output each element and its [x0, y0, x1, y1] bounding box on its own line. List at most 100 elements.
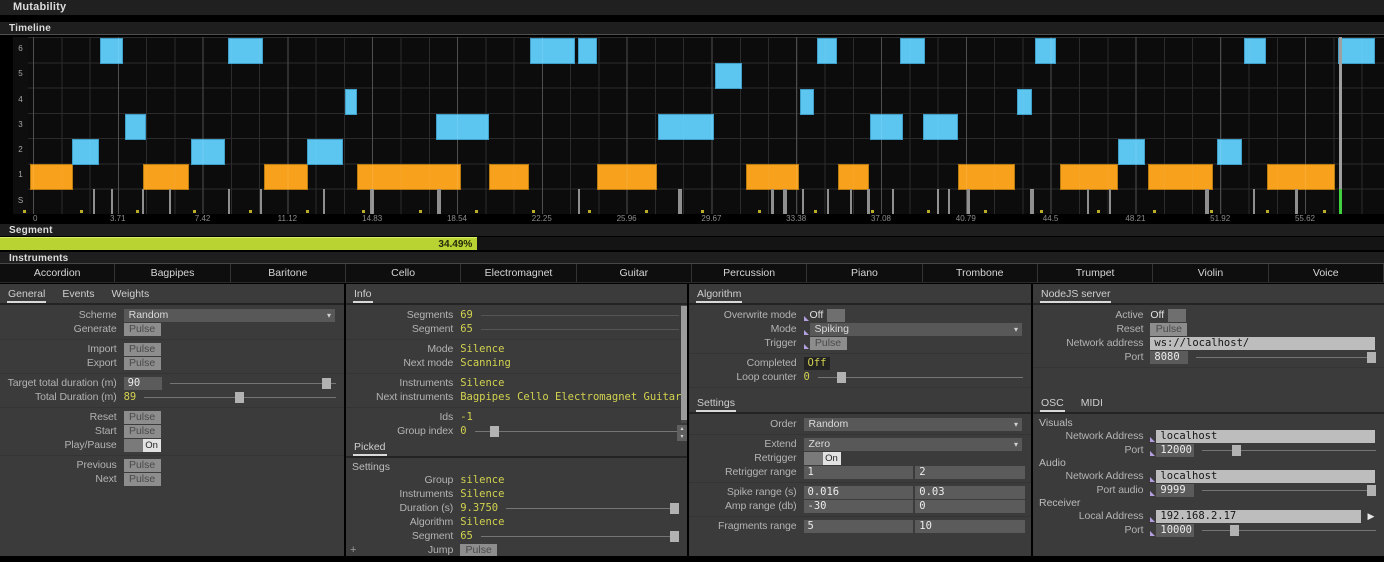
- slider-thumb[interactable]: [1367, 352, 1376, 363]
- timeline-note-orange[interactable]: [143, 164, 189, 190]
- timeline-note-blue[interactable]: [228, 38, 263, 64]
- amp-range-min[interactable]: -30: [804, 500, 914, 513]
- next-button[interactable]: Pulse: [124, 473, 161, 486]
- jump-button[interactable]: Pulse: [460, 544, 497, 557]
- tab-algorithm[interactable]: Algorithm: [696, 288, 742, 303]
- stepper-buttons[interactable]: ▴▾: [677, 425, 687, 441]
- trigger-button[interactable]: Pulse: [810, 337, 847, 350]
- timeline-note-orange[interactable]: [746, 164, 799, 190]
- tab-picked[interactable]: Picked: [353, 441, 387, 456]
- timeline-note-orange[interactable]: [30, 164, 73, 190]
- slider-thumb[interactable]: [670, 531, 679, 542]
- add-button[interactable]: +: [350, 543, 356, 556]
- overwrite-mode-toggle[interactable]: [827, 309, 845, 322]
- previous-button[interactable]: Pulse: [124, 459, 161, 472]
- amp-range-max[interactable]: 0: [915, 500, 1025, 513]
- slider-thumb[interactable]: [235, 392, 244, 403]
- receiver-port-value[interactable]: 10000: [1156, 524, 1194, 537]
- timeline-note-orange[interactable]: [357, 164, 461, 190]
- timeline-note-orange[interactable]: [1148, 164, 1213, 190]
- instrument-tab-trumpet[interactable]: Trumpet: [1038, 264, 1153, 282]
- receiver-port-slider[interactable]: [1202, 524, 1376, 537]
- visuals-port-value[interactable]: 12000: [1156, 444, 1194, 457]
- node-port-value[interactable]: 8080: [1150, 351, 1188, 364]
- timeline-note-orange[interactable]: [838, 164, 869, 190]
- tab-settings[interactable]: Settings: [696, 397, 736, 412]
- scheme-dropdown[interactable]: Random▾: [124, 309, 335, 322]
- spike-range-min[interactable]: 0.016: [804, 486, 914, 499]
- scrollbar[interactable]: [681, 305, 687, 423]
- slider-thumb[interactable]: [1232, 445, 1241, 456]
- timeline-note-blue[interactable]: [530, 38, 575, 64]
- order-dropdown[interactable]: Random▾: [804, 418, 1022, 431]
- tab-midi[interactable]: MIDI: [1080, 397, 1104, 412]
- timeline-note-blue[interactable]: [900, 38, 925, 64]
- timeline-note-orange[interactable]: [1060, 164, 1118, 190]
- timeline-note-blue[interactable]: [125, 114, 146, 140]
- timeline-note-blue[interactable]: [1118, 139, 1145, 165]
- instrument-tab-electromagnet[interactable]: Electromagnet: [461, 264, 576, 282]
- timeline-note-blue[interactable]: [817, 38, 837, 64]
- play-pause-toggle[interactable]: On: [124, 439, 161, 452]
- start-button[interactable]: Pulse: [124, 425, 161, 438]
- timeline-plot[interactable]: [28, 37, 1384, 214]
- fragments-range-max[interactable]: 10: [915, 520, 1025, 533]
- loop-counter-slider[interactable]: [818, 371, 1023, 384]
- slider-thumb[interactable]: [670, 503, 679, 514]
- node-network-address-input[interactable]: ws://localhost/: [1150, 337, 1375, 350]
- timeline-note-orange[interactable]: [264, 164, 308, 190]
- instrument-tab-percussion[interactable]: Percussion: [692, 264, 807, 282]
- node-reset-button[interactable]: Pulse: [1150, 323, 1187, 336]
- timeline-note-blue[interactable]: [72, 139, 99, 165]
- slider-thumb[interactable]: [837, 372, 846, 383]
- import-button[interactable]: Pulse: [124, 343, 161, 356]
- slider-thumb[interactable]: [1230, 525, 1239, 536]
- picked-duration-slider[interactable]: [506, 502, 679, 515]
- timeline-note-blue[interactable]: [923, 114, 958, 140]
- retrigger-range-min[interactable]: 1: [804, 466, 914, 479]
- playhead[interactable]: [1339, 37, 1342, 190]
- timeline-note-blue[interactable]: [1338, 38, 1375, 64]
- picked-segment-slider[interactable]: [481, 530, 679, 543]
- instrument-tab-violin[interactable]: Violin: [1153, 264, 1268, 282]
- tab-weights[interactable]: Weights: [110, 288, 150, 303]
- timeline-note-blue[interactable]: [1244, 38, 1266, 64]
- node-port-slider[interactable]: [1196, 351, 1376, 364]
- timeline-note-blue[interactable]: [800, 89, 814, 115]
- timeline-note-blue[interactable]: [870, 114, 903, 140]
- node-active-toggle[interactable]: [1168, 309, 1186, 322]
- fragments-range-min[interactable]: 5: [804, 520, 914, 533]
- timeline-note-blue[interactable]: [436, 114, 489, 140]
- timeline-note-orange[interactable]: [489, 164, 529, 190]
- timeline-note-blue[interactable]: [100, 38, 123, 64]
- tab-general[interactable]: General: [7, 288, 46, 303]
- group-index-slider[interactable]: [475, 425, 679, 438]
- visuals-network-address-input[interactable]: localhost: [1156, 430, 1375, 443]
- retrigger-toggle[interactable]: On: [804, 452, 841, 465]
- target-total-duration-value[interactable]: 90: [124, 377, 162, 390]
- instrument-tab-voice[interactable]: Voice: [1269, 264, 1384, 282]
- audio-port-value[interactable]: 9999: [1156, 484, 1194, 497]
- instrument-tab-bagpipes[interactable]: Bagpipes: [115, 264, 230, 282]
- receiver-local-address-input[interactable]: 192.168.2.17: [1156, 510, 1361, 523]
- spike-range-max[interactable]: 0.03: [915, 486, 1025, 499]
- slider-thumb[interactable]: [490, 426, 499, 437]
- play-arrow-icon[interactable]: ▶: [1364, 510, 1378, 523]
- generate-button[interactable]: Pulse: [124, 323, 161, 336]
- audio-network-address-input[interactable]: localhost: [1156, 470, 1375, 483]
- timeline-note-orange[interactable]: [597, 164, 657, 190]
- total-duration-slider[interactable]: [144, 391, 336, 404]
- tab-events[interactable]: Events: [61, 288, 95, 303]
- timeline-note-blue[interactable]: [307, 139, 343, 165]
- reset-button[interactable]: Pulse: [124, 411, 161, 424]
- slider-thumb[interactable]: [322, 378, 331, 389]
- timeline-note-blue[interactable]: [191, 139, 225, 165]
- timeline-note-blue[interactable]: [715, 63, 742, 89]
- retrigger-range-max[interactable]: 2: [915, 466, 1025, 479]
- timeline-note-blue[interactable]: [1217, 139, 1242, 165]
- instrument-tab-accordion[interactable]: Accordion: [0, 264, 115, 282]
- tab-info[interactable]: Info: [353, 288, 373, 303]
- timeline-note-blue[interactable]: [578, 38, 597, 64]
- timeline-note-blue[interactable]: [345, 89, 357, 115]
- slider-thumb[interactable]: [1367, 485, 1376, 496]
